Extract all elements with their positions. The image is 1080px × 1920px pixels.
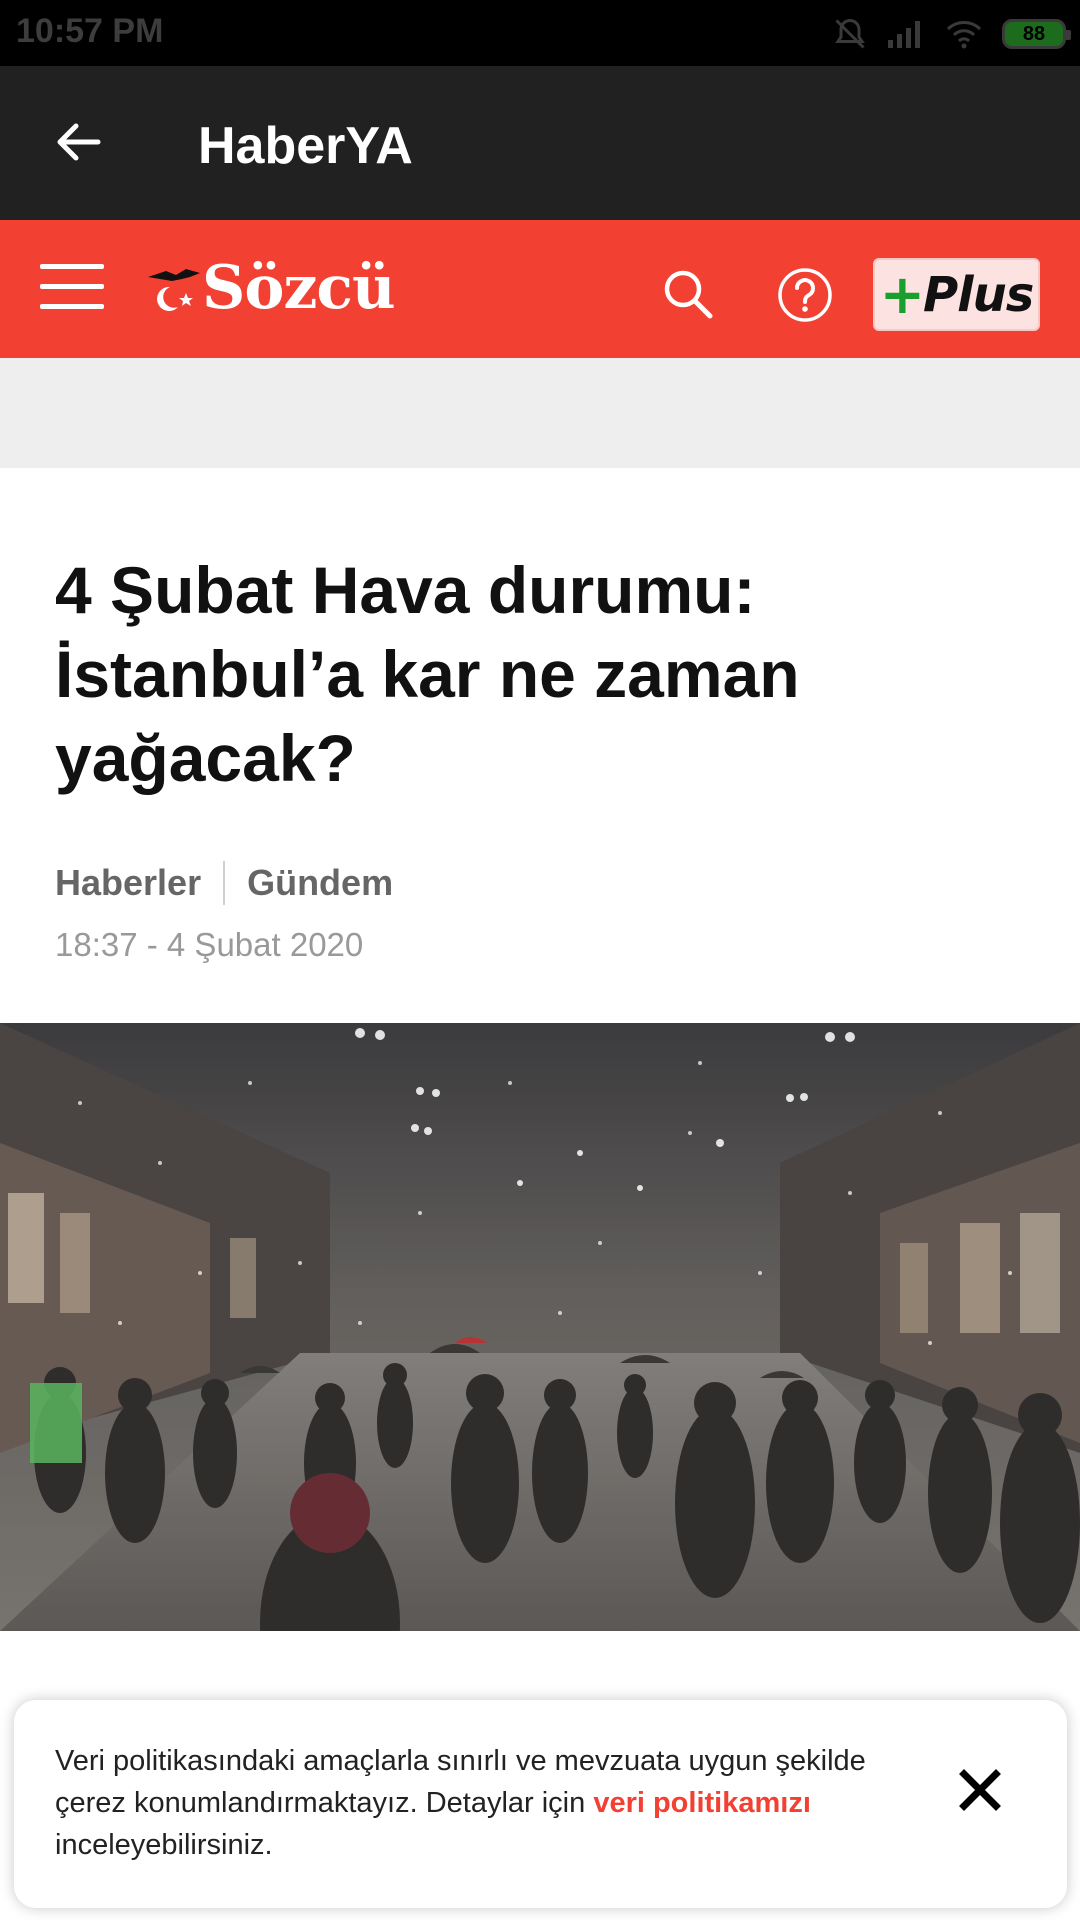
bell-off-icon — [835, 18, 865, 49]
battery-icon: 88 — [1002, 19, 1071, 49]
signal-icon — [888, 21, 920, 48]
article-image — [0, 1023, 1080, 1631]
arrow-left-icon[interactable] — [48, 112, 108, 172]
app-bar: HaberYA — [0, 66, 1080, 220]
subcategory-link[interactable]: Gündem — [247, 862, 393, 904]
logo-text: Sözcü — [202, 253, 396, 323]
hamburger-icon[interactable] — [40, 264, 104, 312]
cookie-banner: Veri politikasındaki amaçlarla sınırlı v… — [14, 1700, 1067, 1908]
article-timestamp: 18:37 - 4 Şubat 2020 — [55, 926, 364, 963]
privacy-policy-link[interactable]: veri politikamızı — [593, 1787, 811, 1819]
status-bar: 10:57 PM 88 — [0, 0, 1080, 66]
ad-placeholder — [0, 358, 1080, 468]
plus-button[interactable]: + Plus — [873, 258, 1040, 331]
plus-mark: + — [879, 263, 925, 326]
status-time: 10:57 PM — [16, 12, 164, 50]
breadcrumb-divider — [223, 861, 226, 905]
search-icon[interactable] — [660, 266, 716, 322]
category-link[interactable]: Haberler — [55, 862, 201, 904]
app-title: HaberYA — [198, 117, 413, 175]
logo-bird-icon — [148, 269, 200, 311]
snowy-street-illustration — [0, 1023, 1080, 1631]
cookie-text-after: inceleyebilirsiniz. — [55, 1829, 273, 1861]
status-icons: 88 — [832, 14, 1071, 54]
article-breadcrumb: Haberler Gündem — [55, 858, 393, 908]
wifi-icon — [946, 21, 982, 49]
plus-label: Plus — [922, 266, 1034, 323]
cookie-text: Veri politikasındaki amaçlarla sınırlı v… — [55, 1740, 935, 1866]
site-header: Sözcü + Plus — [0, 220, 1080, 358]
site-logo[interactable]: Sözcü — [146, 248, 396, 328]
battery-level: 88 — [1022, 22, 1046, 45]
help-icon[interactable] — [776, 266, 834, 324]
close-icon[interactable] — [954, 1764, 1006, 1816]
article-headline: 4 Şubat Hava durumu: İstanbul’a kar ne z… — [55, 553, 800, 795]
